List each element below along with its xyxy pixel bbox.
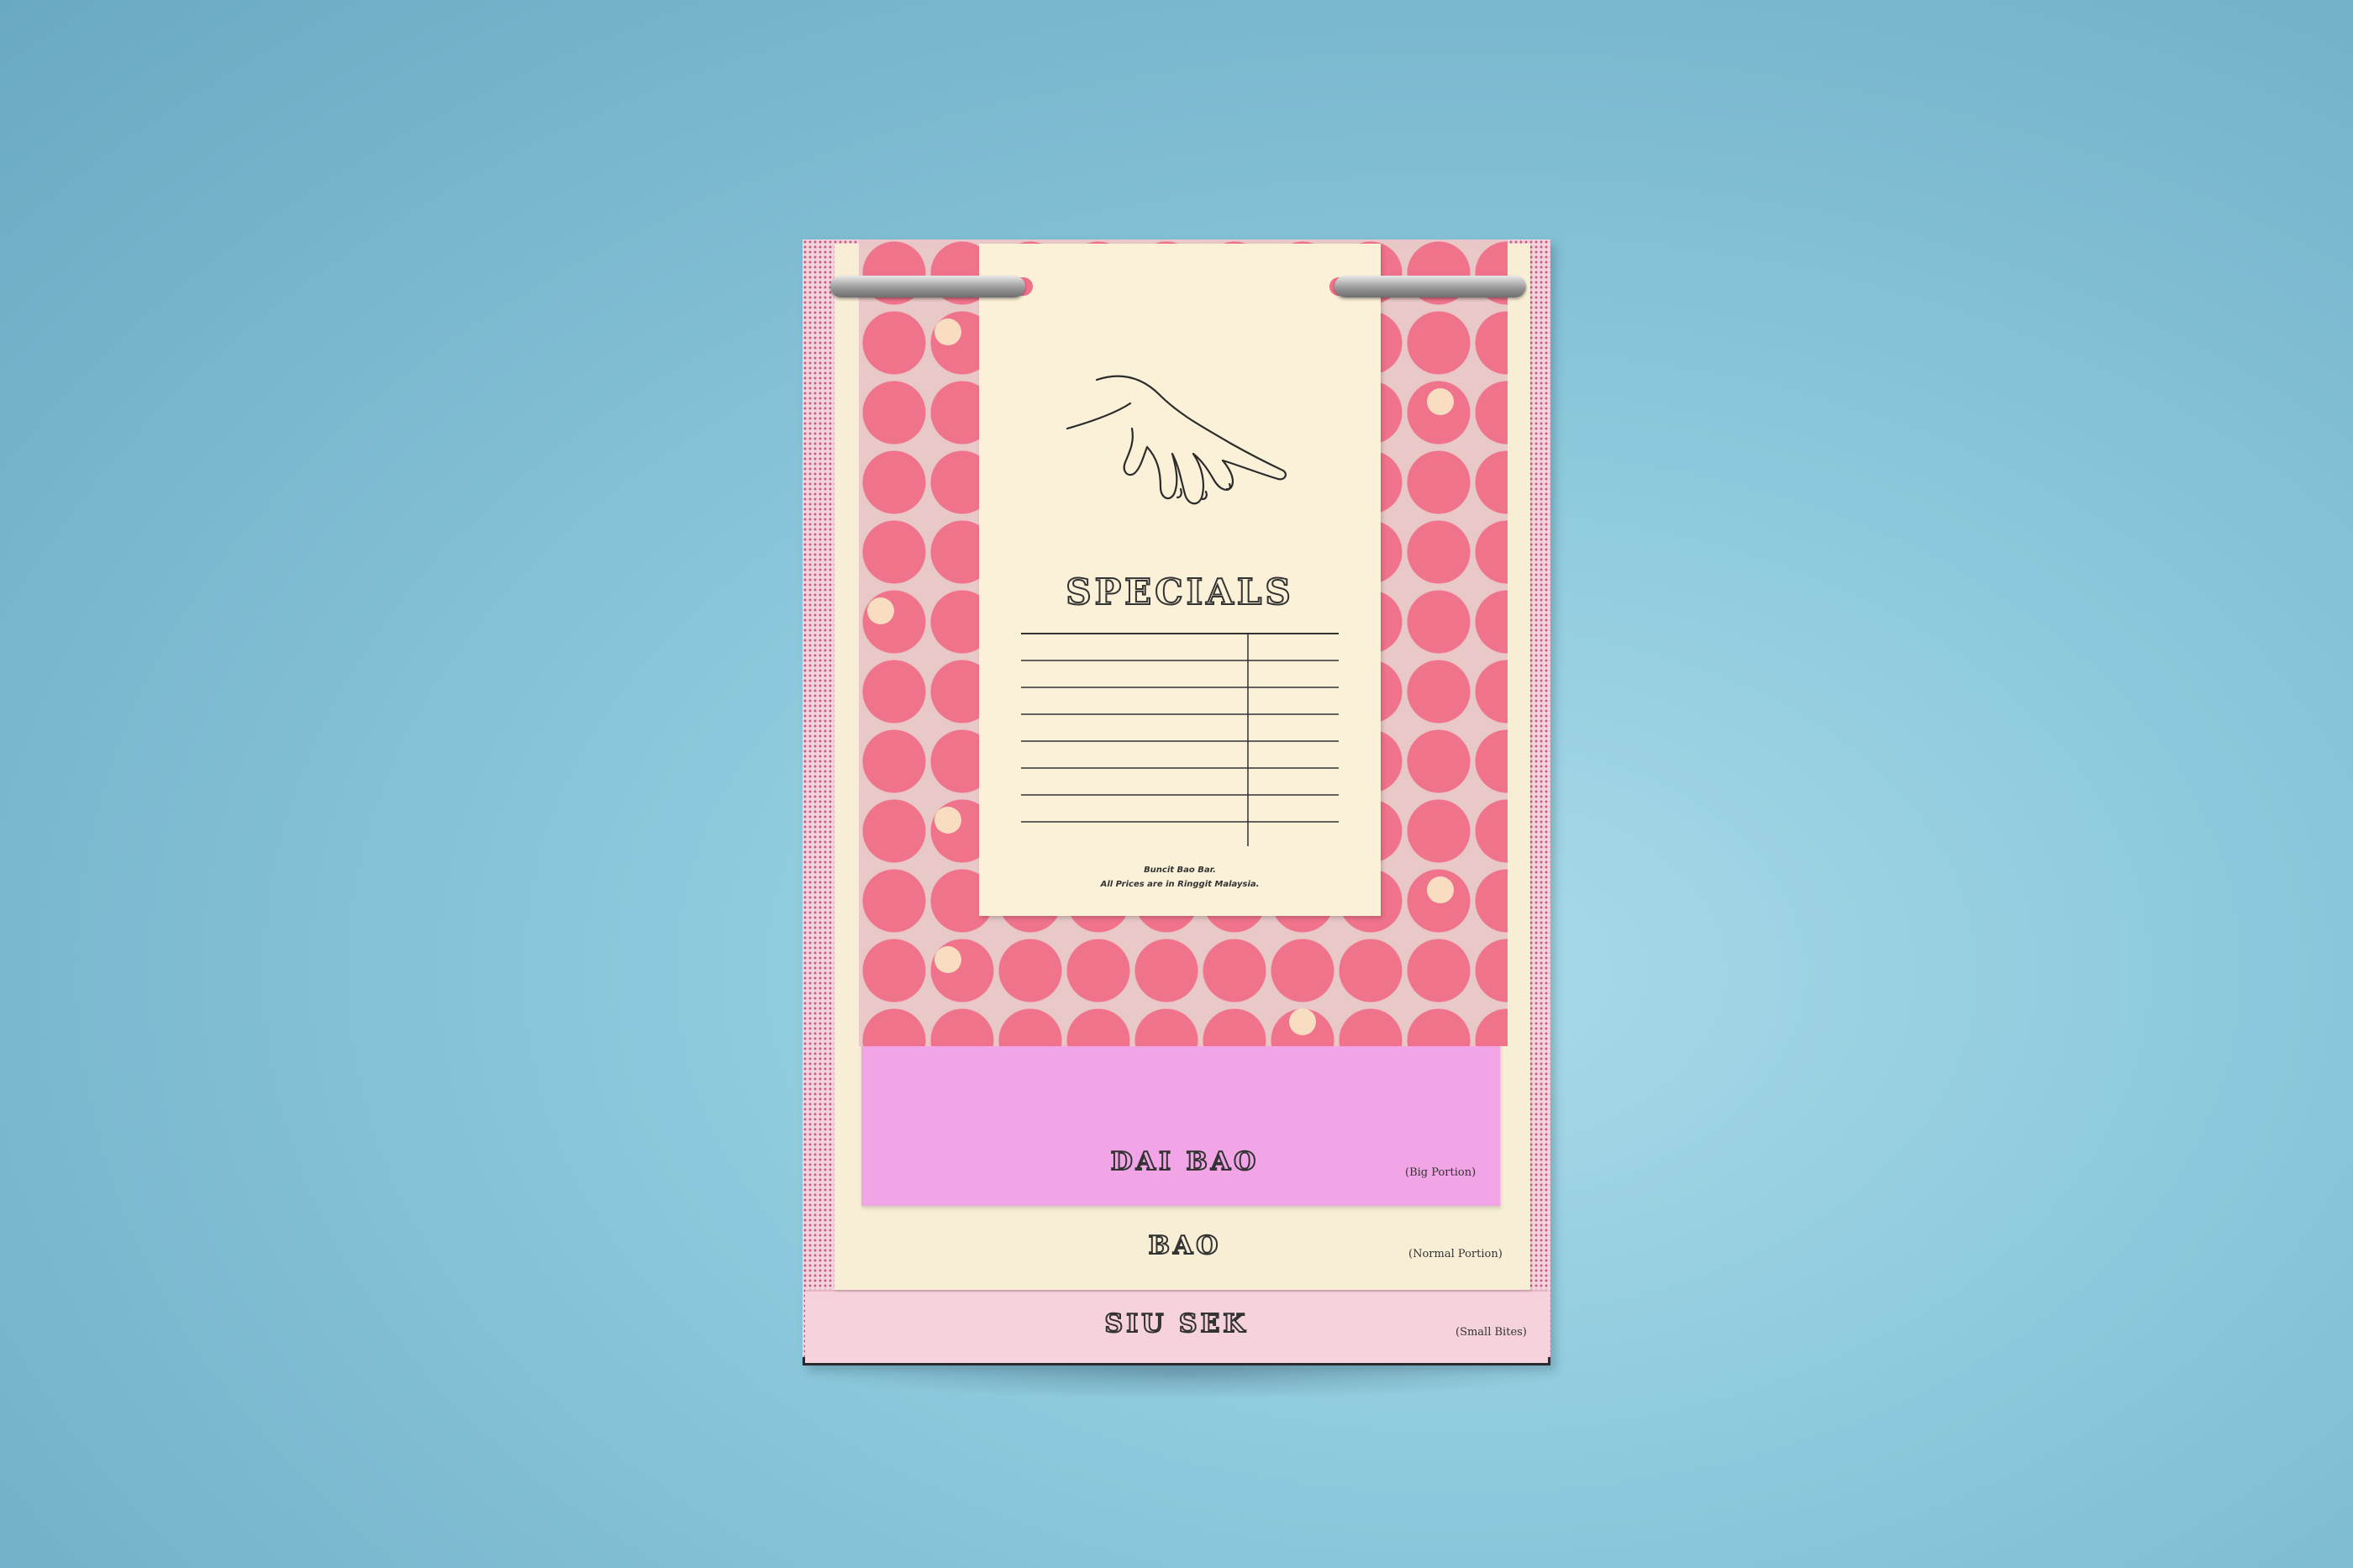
- pattern-dot: [1427, 388, 1454, 415]
- specials-table: [1021, 633, 1339, 846]
- footer-line-restaurant: Buncit Bao Bar.: [1144, 866, 1216, 875]
- pattern-dot: [867, 597, 894, 624]
- dai-bao-title: DAI BAO: [1110, 1146, 1260, 1177]
- clip-left: [830, 276, 1025, 297]
- bao-portion: (Normal Portion): [1408, 1248, 1503, 1260]
- pattern-dot: [934, 946, 961, 973]
- specials-title: SPECIALS: [1065, 571, 1294, 613]
- pattern-dot: [934, 318, 961, 345]
- specials-footer: Buncit Bao Bar. All Prices are in Ringgi…: [979, 863, 1381, 892]
- siu-sek-portion: (Small Bites): [1455, 1326, 1527, 1339]
- dai-bao-sheet[interactable]: [861, 1042, 1500, 1206]
- siu-sek-title: SIU SEK: [1104, 1308, 1249, 1339]
- dai-bao-portion: (Big Portion): [1405, 1166, 1477, 1179]
- pattern-dot: [934, 807, 961, 834]
- bao-title: BAO: [1148, 1230, 1222, 1261]
- clip-right: [1334, 276, 1526, 297]
- hand-icon: [1066, 375, 1287, 505]
- footer-line-currency: All Prices are in Ringgit Malaysia.: [1100, 880, 1260, 889]
- pattern-dot: [1427, 876, 1454, 903]
- pattern-dot: [1289, 1008, 1316, 1035]
